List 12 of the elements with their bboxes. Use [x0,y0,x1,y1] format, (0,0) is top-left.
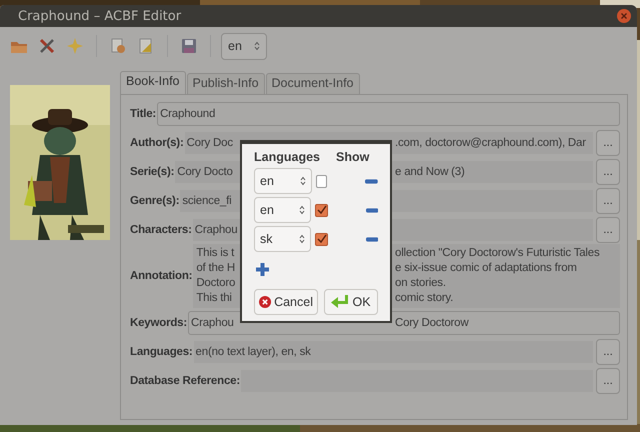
window-title: Craphound – ACBF Editor [18,8,182,24]
column-header: Show [336,150,370,164]
field-label: Genre(s): [130,194,180,206]
field-label: Database Reference: [130,374,240,386]
field-label: Author(s): [130,136,184,148]
column-header: Languages [254,150,320,164]
field-label: Annotation: [130,270,192,282]
field-label: Languages: [130,346,193,358]
field-label: Serie(s): [130,166,174,178]
field-label: Characters: [130,224,192,236]
field-label: Title: [130,108,156,120]
field-label: Keywords: [130,316,187,328]
